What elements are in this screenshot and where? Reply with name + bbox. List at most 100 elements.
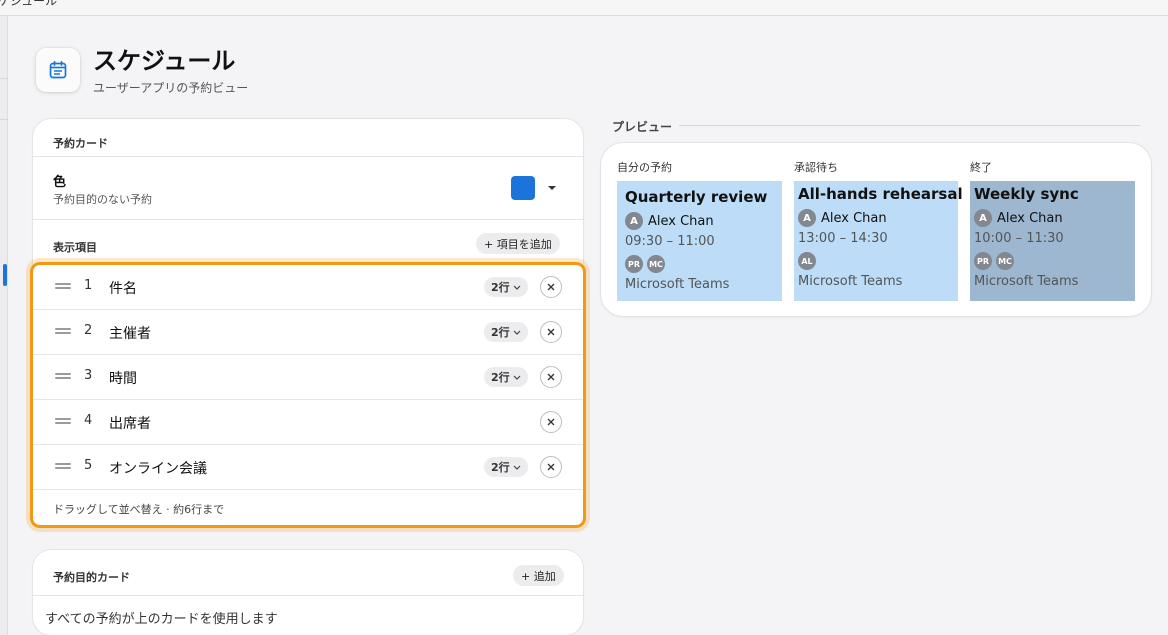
color-description: 予約目的のない予約 xyxy=(53,193,152,206)
preview-label: プレビュー xyxy=(612,120,673,134)
booking-card-title: 予約カード xyxy=(53,137,108,150)
preview-panel: 自分の予約 Quarterly review A Alex Chan 09:30… xyxy=(601,143,1151,316)
event-attendees: AL xyxy=(798,252,816,270)
remove-item-button[interactable] xyxy=(540,456,562,478)
close-icon xyxy=(547,418,555,426)
display-items-list: 1 件名 2行 2 主催者 2行 3 時間 2行 4 出席者 5 オンライン会議… xyxy=(30,262,586,528)
organizer-name: Alex Chan xyxy=(648,213,714,229)
page-title: スケジュール xyxy=(93,47,236,75)
event-time: 09:30 – 11:00 xyxy=(625,234,715,249)
item-name: 出席者 xyxy=(109,416,151,432)
drag-handle-icon[interactable] xyxy=(55,463,71,469)
event-location: Microsoft Teams xyxy=(625,277,730,292)
item-name: 件名 xyxy=(109,281,137,297)
event-card[interactable]: Quarterly review A Alex Chan 09:30 – 11:… xyxy=(617,181,782,301)
column-heading: 承認待ち xyxy=(794,161,838,174)
event-location: Microsoft Teams xyxy=(974,274,1079,289)
item-number: 1 xyxy=(84,278,93,293)
app-icon xyxy=(36,48,80,92)
event-card[interactable]: All-hands rehearsal A Alex Chan 13:00 – … xyxy=(794,181,963,301)
avatar: A xyxy=(798,209,816,227)
list-item[interactable]: 1 件名 2行 xyxy=(33,265,583,310)
list-item[interactable]: 3 時間 2行 xyxy=(33,355,583,400)
avatar: MC xyxy=(647,255,665,273)
column-heading: 自分の予約 xyxy=(617,161,672,174)
event-card[interactable]: Weekly sync A Alex Chan 10:00 – 11:30 PR… xyxy=(970,181,1135,301)
color-swatch[interactable] xyxy=(511,176,535,200)
purpose-card-panel: 予約目的カード + 追加 すべての予約が上のカードを使用します xyxy=(33,550,583,635)
avatar: A xyxy=(974,209,992,227)
item-name: オンライン会議 xyxy=(109,461,207,477)
sidebar-divider xyxy=(0,78,8,79)
list-item[interactable]: 5 オンライン会議 2行 xyxy=(33,445,583,490)
avatar: PR xyxy=(974,252,992,270)
close-icon xyxy=(547,373,555,381)
main-content: スケジュール ユーザーアプリの予約ビュー 予約カード 色 予約目的のない予約 表… xyxy=(8,16,1168,635)
event-location: Microsoft Teams xyxy=(798,274,903,289)
color-label: 色 xyxy=(53,175,67,190)
column-heading: 終了 xyxy=(970,161,992,174)
chevron-down-icon xyxy=(513,330,521,335)
avatar: PR xyxy=(625,255,643,273)
drag-handle-icon[interactable] xyxy=(55,328,71,334)
divider xyxy=(33,595,583,596)
event-title: Weekly sync xyxy=(974,185,1079,203)
drag-handle-icon[interactable] xyxy=(55,373,71,379)
sidebar-divider xyxy=(0,119,8,120)
page-subtitle: ユーザーアプリの予約ビュー xyxy=(93,81,249,95)
item-number: 5 xyxy=(84,458,93,473)
chevron-down-icon xyxy=(513,375,521,380)
item-name: 主催者 xyxy=(109,326,151,342)
lines-select[interactable]: 2行 xyxy=(484,322,528,342)
lines-value: 2行 xyxy=(491,326,510,339)
preview-divider xyxy=(679,125,1140,126)
event-title: Quarterly review xyxy=(625,188,768,206)
lines-value: 2行 xyxy=(491,371,510,384)
window-title-bar: スケジュール xyxy=(0,0,1168,16)
divider xyxy=(33,156,583,157)
reorder-hint: ドラッグして並べ替え · 約6行まで xyxy=(53,503,225,516)
remove-item-button[interactable] xyxy=(540,321,562,343)
event-time: 13:00 – 14:30 xyxy=(798,231,888,246)
close-icon xyxy=(547,328,555,336)
lines-select[interactable]: 2行 xyxy=(484,367,528,387)
event-time: 10:00 – 11:30 xyxy=(974,231,1064,246)
organizer-name: Alex Chan xyxy=(821,210,887,226)
remove-item-button[interactable] xyxy=(540,366,562,388)
lines-select[interactable]: 2行 xyxy=(484,277,528,297)
divider xyxy=(33,219,583,220)
chevron-down-icon xyxy=(513,465,521,470)
event-organizer: A Alex Chan xyxy=(974,209,1063,227)
lines-value: 2行 xyxy=(491,461,510,474)
lines-value: 2行 xyxy=(491,281,510,294)
chevron-down-icon[interactable] xyxy=(547,185,557,191)
event-organizer: A Alex Chan xyxy=(798,209,887,227)
left-sidebar xyxy=(0,16,8,635)
calendar-icon xyxy=(49,60,67,79)
list-item[interactable]: 4 出席者 xyxy=(33,400,583,445)
event-attendees: PR MC xyxy=(625,255,665,273)
add-purpose-button[interactable]: + 追加 xyxy=(513,565,564,586)
event-attendees: PR MC xyxy=(974,252,1014,270)
event-title: All-hands rehearsal xyxy=(798,185,963,203)
avatar: MC xyxy=(996,252,1014,270)
avatar: AL xyxy=(798,252,816,270)
item-number: 4 xyxy=(84,413,93,428)
remove-item-button[interactable] xyxy=(540,411,562,433)
item-number: 3 xyxy=(84,368,93,383)
item-number: 2 xyxy=(84,323,93,338)
window-title: スケジュール xyxy=(0,0,58,8)
lines-select[interactable]: 2行 xyxy=(484,457,528,477)
list-item[interactable]: 2 主催者 2行 xyxy=(33,310,583,355)
add-item-button[interactable]: + 項目を追加 xyxy=(476,233,560,254)
purpose-card-note: すべての予約が上のカードを使用します xyxy=(45,612,278,627)
avatar: A xyxy=(625,212,643,230)
event-organizer: A Alex Chan xyxy=(625,212,714,230)
remove-item-button[interactable] xyxy=(540,276,562,298)
sidebar-active-indicator[interactable] xyxy=(3,264,7,286)
close-icon xyxy=(547,463,555,471)
purpose-card-title: 予約目的カード xyxy=(53,571,130,584)
drag-handle-icon[interactable] xyxy=(55,418,71,424)
drag-handle-icon[interactable] xyxy=(55,283,71,289)
close-icon xyxy=(547,283,555,291)
